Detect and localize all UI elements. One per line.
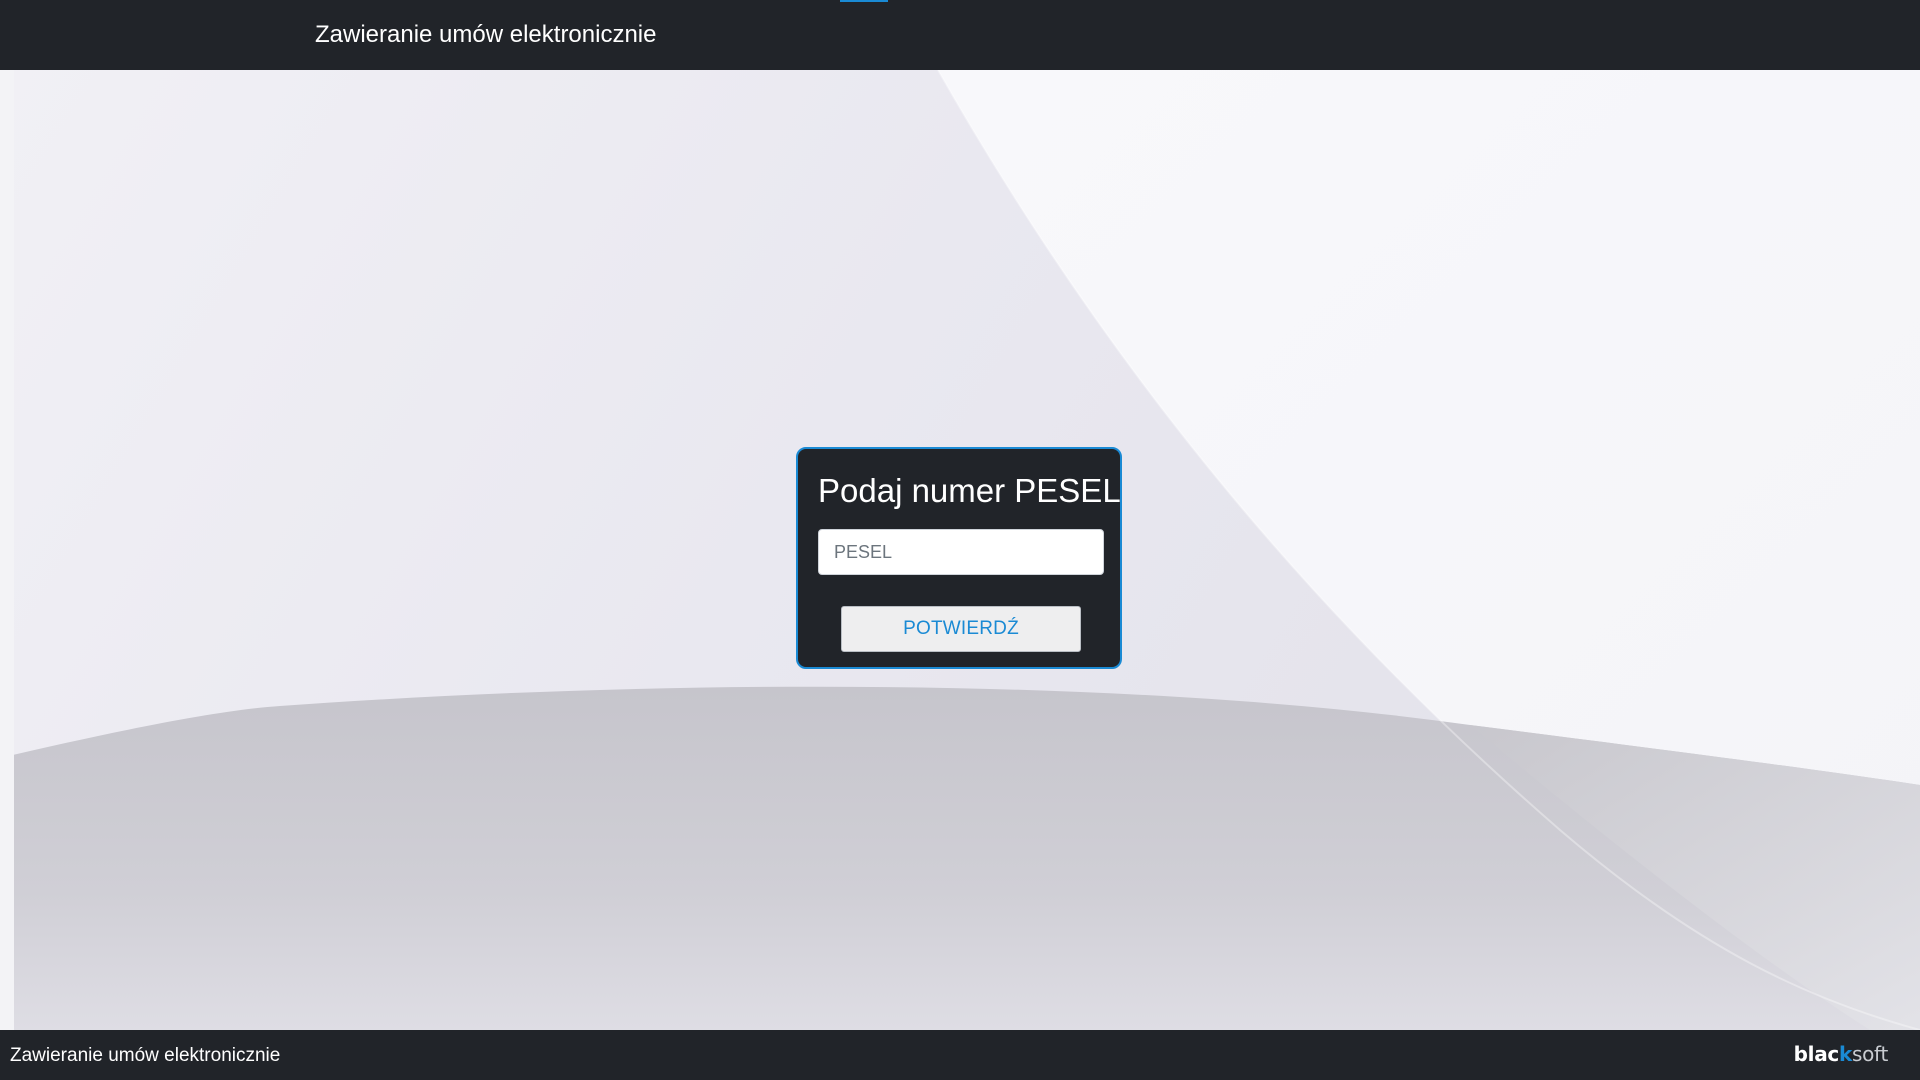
navbar-accent-line bbox=[840, 0, 888, 2]
left-edge-strip bbox=[0, 70, 14, 1030]
footer-bar: Zawieranie umów elektronicznie blacksoft bbox=[0, 1030, 1920, 1080]
blacksoft-logo: blacksoft bbox=[1793, 1042, 1889, 1066]
top-navbar: Zawieranie umów elektronicznie bbox=[0, 0, 1920, 70]
pesel-dialog: Podaj numer PESEL POTWIERDŹ bbox=[796, 447, 1122, 669]
confirm-button[interactable]: POTWIERDŹ bbox=[841, 606, 1081, 652]
logo-text-part1: blac bbox=[1793, 1042, 1840, 1066]
main-background: Podaj numer PESEL POTWIERDŹ bbox=[0, 70, 1920, 1030]
app-title[interactable]: Zawieranie umów elektronicznie bbox=[315, 20, 656, 50]
pesel-input[interactable] bbox=[818, 529, 1104, 575]
logo-text-part3: soft bbox=[1852, 1042, 1888, 1066]
logo-text-part2: k bbox=[1838, 1042, 1852, 1066]
pesel-dialog-title: Podaj numer PESEL bbox=[818, 472, 1121, 509]
footer-app-name: Zawieranie umów elektronicznie bbox=[10, 1045, 281, 1066]
